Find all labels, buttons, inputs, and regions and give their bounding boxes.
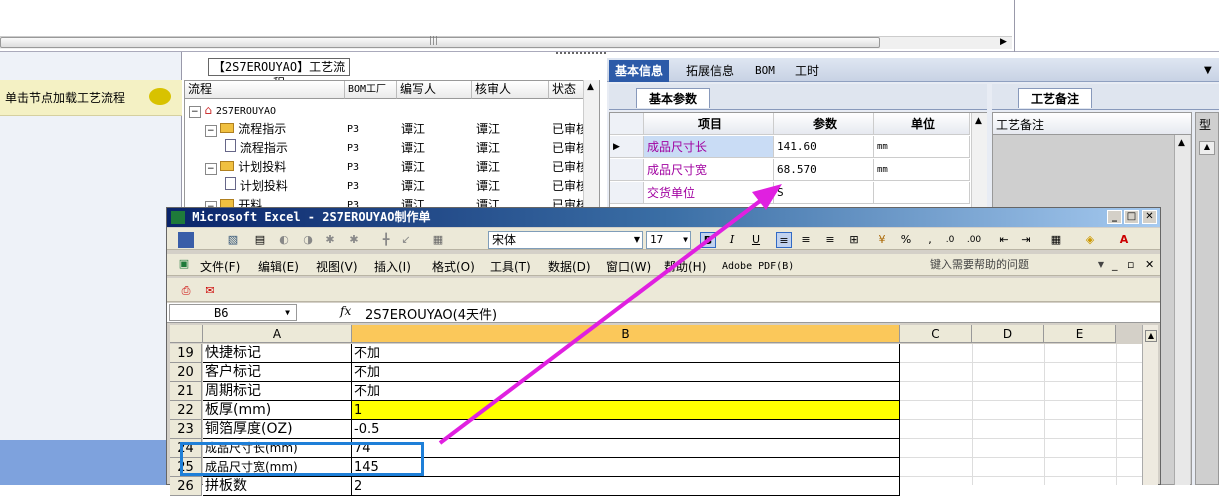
annotation-arrow — [438, 184, 782, 445]
